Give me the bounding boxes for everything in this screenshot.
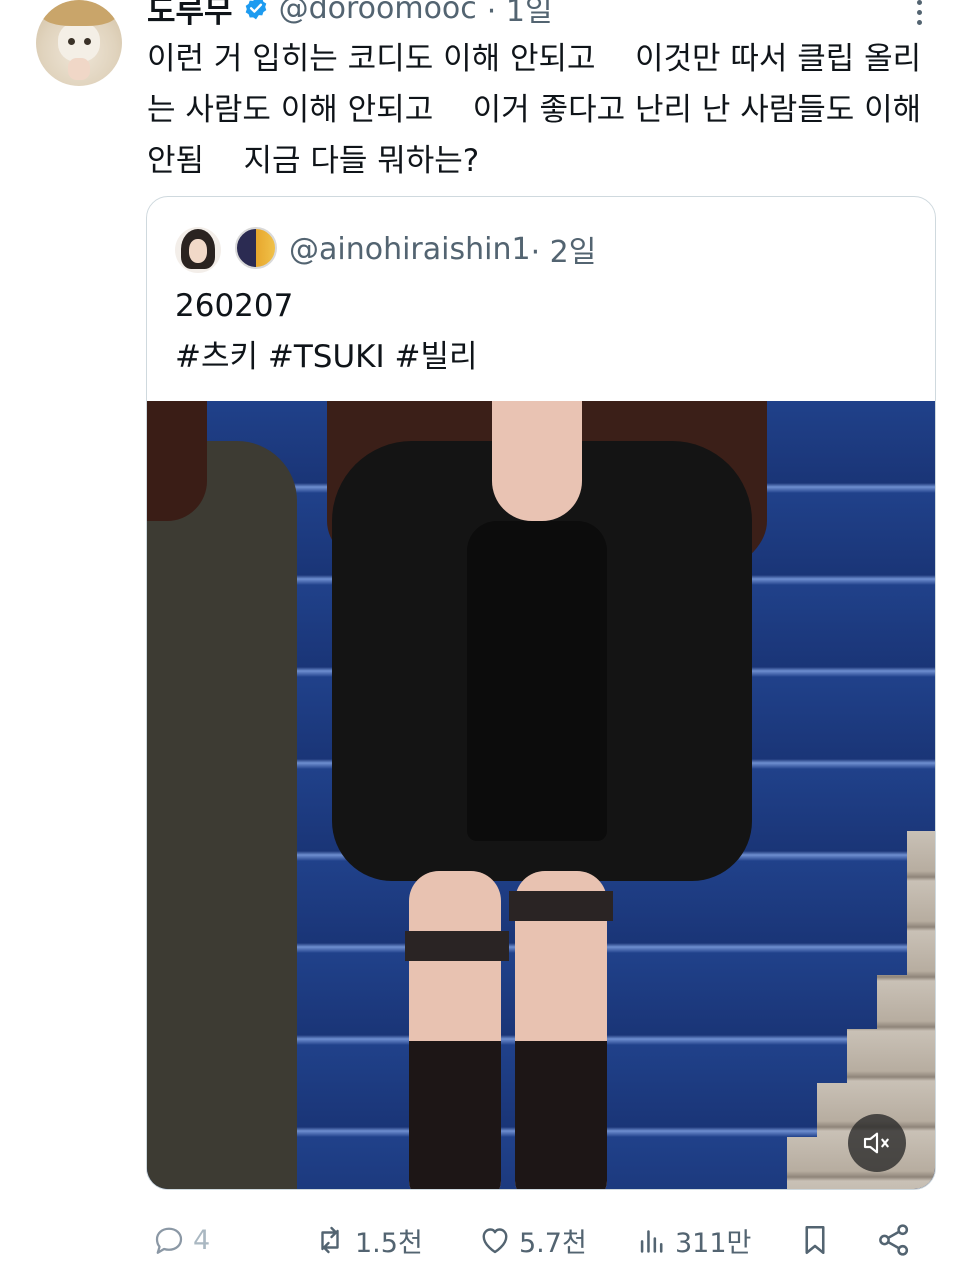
repost-count: 1.5천	[355, 1227, 423, 1259]
author-handle[interactable]: @doroomooc	[279, 0, 477, 26]
quoted-tweet[interactable]: @ainohiraishin1 · 2일 260207 #츠키 #TSUKI #…	[146, 196, 936, 1190]
reply-count: 4	[193, 1224, 211, 1256]
tweet-header: 도루무 @doroomooc · 1일	[147, 0, 553, 31]
like-count: 5.7천	[519, 1227, 587, 1259]
share-icon	[875, 1221, 913, 1259]
quoted-handle[interactable]: @ainohiraishin1	[289, 232, 531, 267]
moon-emoji-icon	[235, 227, 277, 269]
tweet-timestamp[interactable]: · 1일	[487, 0, 553, 30]
mute-button[interactable]	[848, 1114, 906, 1172]
views-button[interactable]: 311만	[635, 1212, 751, 1265]
reply-icon	[151, 1222, 187, 1258]
views-icon	[635, 1222, 669, 1258]
mute-icon	[863, 1132, 889, 1154]
action-bar: 4 1.5천 5.7천 311만	[147, 1212, 937, 1265]
author-name[interactable]: 도루무	[147, 0, 233, 31]
tweet[interactable]: 도루무 @doroomooc · 1일 이런 거 입히는 코디도 이해 안되고 …	[0, 0, 966, 1265]
like-button[interactable]: 5.7천	[477, 1212, 587, 1265]
quoted-text: 260207 #츠키 #TSUKI #빌리	[175, 288, 478, 375]
repost-icon	[311, 1222, 349, 1258]
author-avatar[interactable]	[36, 0, 122, 86]
bookmark-button[interactable]	[797, 1212, 833, 1265]
share-button[interactable]	[875, 1212, 913, 1265]
quoted-video[interactable]	[147, 401, 935, 1189]
quoted-header: @ainohiraishin1 · 2일	[289, 227, 596, 271]
quoted-timestamp: · 2일	[530, 235, 597, 270]
reply-button[interactable]: 4	[151, 1212, 210, 1265]
quoted-author-avatar[interactable]	[175, 227, 221, 273]
views-count: 311만	[675, 1227, 752, 1259]
bookmark-icon	[797, 1221, 833, 1259]
more-icon[interactable]	[912, 0, 926, 26]
like-icon	[477, 1222, 513, 1258]
verified-badge-icon	[245, 0, 266, 20]
tweet-text: 이런 거 입히는 코디도 이해 안되고 이것만 따서 클립 올리는 사람도 이해…	[147, 41, 932, 179]
repost-button[interactable]: 1.5천	[311, 1212, 423, 1265]
